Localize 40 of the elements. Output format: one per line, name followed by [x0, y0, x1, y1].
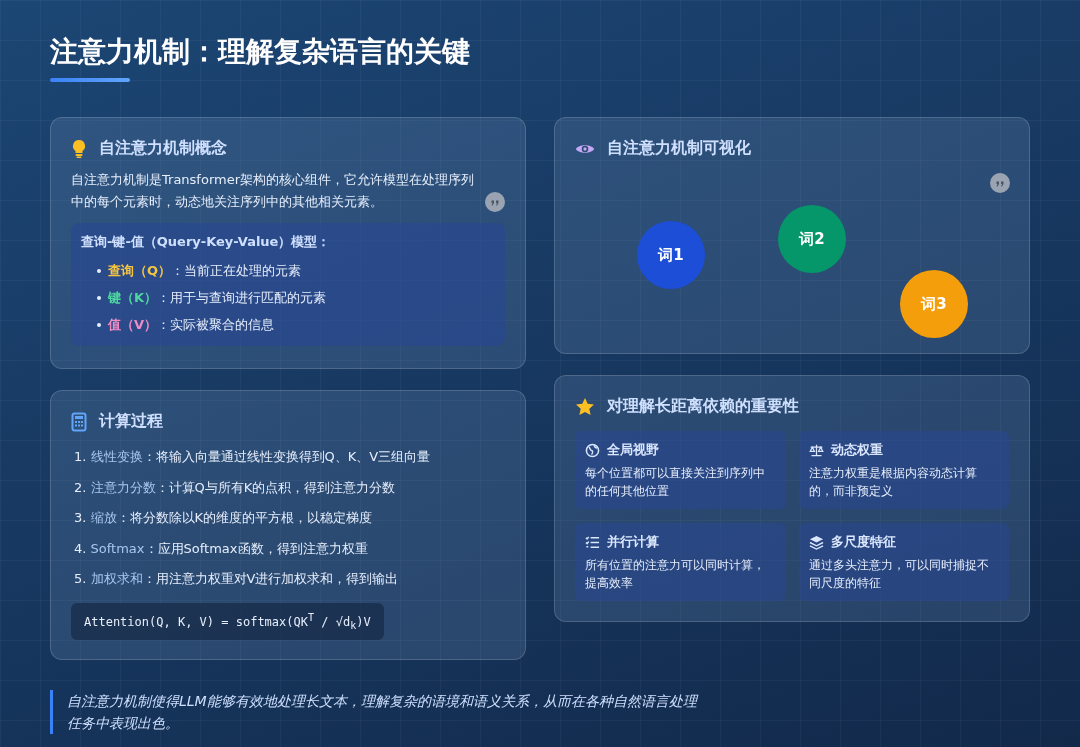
word-node: 词1 [637, 221, 705, 289]
bullet-dot [97, 322, 101, 327]
tile-text: 每个位置都可以直接关注到序列中的任何其他位置 [585, 465, 766, 500]
qkv-item: 键（K）：用于与查询进行匹配的元素 [108, 288, 327, 307]
card-heading: 自注意力机制可视化 [607, 138, 751, 159]
tile-text: 注意力权重是根据内容动态计算的，而非预定义 [808, 465, 978, 500]
star-icon [575, 396, 595, 417]
checklist-icon [585, 534, 600, 550]
globe-icon [585, 442, 600, 458]
tile-title: 动态权重 [830, 441, 883, 459]
page-title: 注意力机制：理解复杂语言的关键 [50, 34, 471, 70]
scale-icon [808, 442, 824, 458]
qkv-item: 查询（Q）：当前正在处理的元素 [108, 261, 302, 280]
lightbulb-icon [71, 138, 87, 159]
concept-paragraph: 自注意力机制是Transformer架构的核心组件，它允许模型在处理序列中的每个元素时，动态地关注序列中的其他相关元素。 [71, 171, 475, 211]
bullet-dot [97, 268, 101, 273]
step-item: 2. 注意力分数：计算Q与所有K的点积，得到注意力分数 [74, 478, 397, 497]
tile-text: 所有位置的注意力可以同时计算，提高效率 [585, 557, 766, 592]
footer-quote: 自注意力机制使得LLM能够有效地处理长文本，理解复杂的语境和语义关系，从而在各种自然语言处理任务中表现出色。 [50, 690, 707, 734]
layers-icon [808, 534, 824, 550]
quote-icon [990, 173, 1010, 193]
word-node: 词2 [778, 205, 846, 273]
qkv-item: 值（V）：实际被聚合的信息 [108, 315, 275, 334]
bullet-dot [97, 295, 101, 300]
card-heading: 对理解长距离依赖的重要性 [607, 396, 799, 417]
step-item: 5. 加权求和：用注意力权重对V进行加权求和，得到输出 [74, 570, 400, 588]
calculator-icon [71, 411, 87, 432]
card-heading: 计算过程 [99, 411, 163, 432]
tile-title: 多尺度特征 [830, 533, 896, 551]
card-heading: 自注意力机制概念 [99, 138, 227, 159]
tile-title: 全局视野 [607, 441, 659, 459]
tile-text: 通过多头注意力，可以同时捕捉不同尺度的特征 [808, 557, 990, 592]
formula-block: Attention(Q, K, V) = softmax(QK$^{T}$ / √d$_{k}$)V [71, 602, 384, 640]
tile-title: 并行计算 [607, 533, 659, 551]
step-item: 4. Softmax：应用Softmax函数，得到注意力权重 [74, 539, 369, 558]
quote-icon [485, 192, 505, 212]
word-node: 词3 [900, 270, 968, 338]
qkv-title: 查询-键-值（Query-Key-Value）模型： [81, 233, 332, 251]
step-item: 3. 缩放：将分数除以K的维度的平方根，以稳定梯度 [74, 509, 374, 527]
step-item: 1. 线性变换：将输入向量通过线性变换得到Q、K、V三组向量 [74, 448, 432, 466]
